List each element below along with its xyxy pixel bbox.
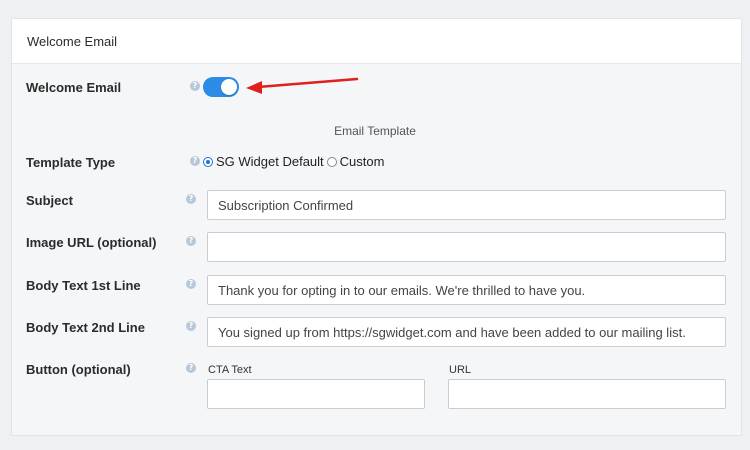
radio-sg-widget-default[interactable] xyxy=(203,156,213,167)
radio-custom-label[interactable]: Custom xyxy=(340,154,385,169)
subject-label: Subject xyxy=(26,193,73,208)
welcome-email-toggle[interactable] xyxy=(203,77,239,97)
body-line1-help-icon[interactable]: ? xyxy=(186,279,196,289)
button-help-icon[interactable]: ? xyxy=(186,363,196,373)
url-input[interactable] xyxy=(448,379,726,409)
body-line2-help-icon[interactable]: ? xyxy=(186,321,196,331)
radio-sg-widget-default-label[interactable]: SG Widget Default xyxy=(216,154,324,169)
cta-text-input[interactable] xyxy=(207,379,425,409)
template-type-options: SG Widget Default Custom xyxy=(203,154,384,169)
cta-text-label: CTA Text xyxy=(208,364,252,376)
subject-input[interactable] xyxy=(207,190,726,220)
welcome-email-help-icon[interactable]: ? xyxy=(190,81,200,91)
toggle-knob xyxy=(221,79,237,95)
image-url-label: Image URL (optional) xyxy=(26,235,157,250)
body-line2-label: Body Text 2nd Line xyxy=(26,320,145,335)
welcome-email-label: Welcome Email xyxy=(26,80,122,95)
body-line1-input[interactable] xyxy=(207,275,726,305)
button-label: Button (optional) xyxy=(26,362,131,377)
image-url-input[interactable] xyxy=(207,232,726,262)
body-line1-label: Body Text 1st Line xyxy=(26,278,141,293)
panel-title: Welcome Email xyxy=(27,34,118,49)
template-type-label: Template Type xyxy=(26,155,116,170)
image-url-help-icon[interactable]: ? xyxy=(186,236,196,246)
panel-header: Welcome Email xyxy=(12,19,741,64)
template-type-help-icon[interactable]: ? xyxy=(190,156,200,166)
url-label: URL xyxy=(449,364,472,376)
radio-custom[interactable] xyxy=(326,156,337,167)
subject-help-icon[interactable]: ? xyxy=(186,194,196,204)
email-template-heading: Email Template xyxy=(334,124,416,138)
body-line2-input[interactable] xyxy=(207,317,726,347)
